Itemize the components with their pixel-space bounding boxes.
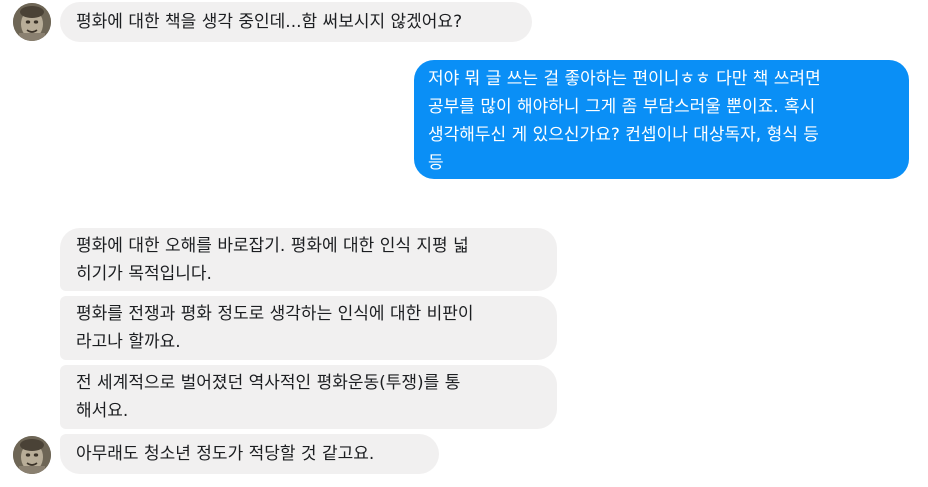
- message-bubble-incoming[interactable]: 평화를 전쟁과 평화 정도로 생각하는 인식에 대한 비판이 라고나 할까요.: [60, 296, 557, 360]
- message-bubble-incoming[interactable]: 평화에 대한 책을 생각 중인데...함 써보시지 않겠어요?: [60, 2, 532, 42]
- message-bubble-incoming[interactable]: 평화에 대한 오해를 바로잡기. 평화에 대한 인식 지평 넓 히기가 목적입니…: [60, 228, 557, 291]
- contact-avatar-icon[interactable]: [13, 3, 51, 41]
- message-bubble-incoming[interactable]: 아무래도 청소년 정도가 적당할 것 같고요.: [60, 434, 439, 474]
- message-bubble-outgoing[interactable]: 저야 뭐 글 쓰는 걸 좋아하는 편이니ㅎㅎ 다만 책 쓰려면 공부를 많이 해…: [414, 60, 909, 179]
- contact-avatar-icon[interactable]: [13, 436, 51, 474]
- message-bubble-incoming[interactable]: 전 세계적으로 벌어졌던 역사적인 평화운동(투쟁)를 통 해서요.: [60, 365, 557, 429]
